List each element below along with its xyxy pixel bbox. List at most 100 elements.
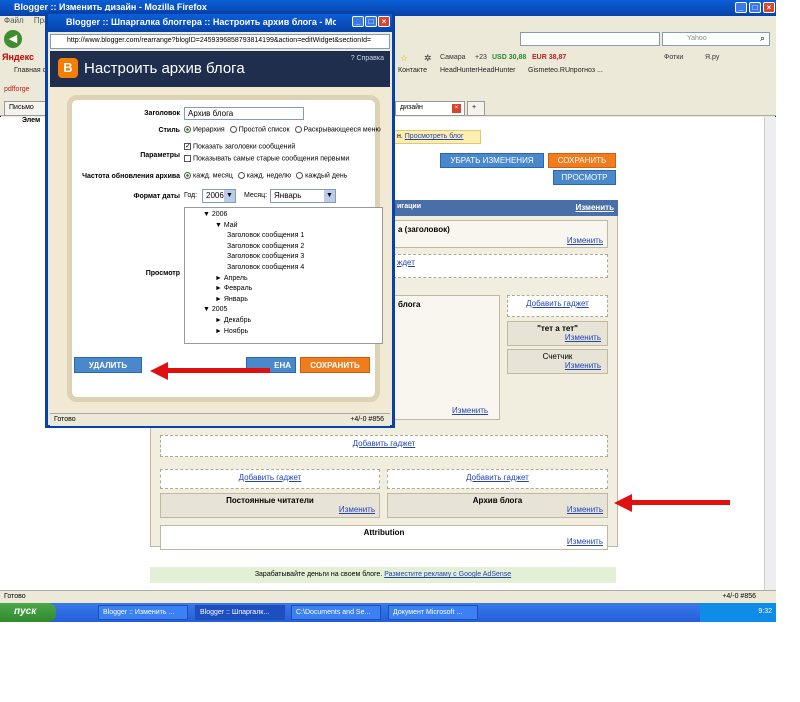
- edit-link[interactable]: Изменить: [161, 505, 379, 514]
- edit-link[interactable]: Изменить: [576, 203, 614, 212]
- radio-dropdown[interactable]: [294, 126, 302, 133]
- start-button[interactable]: пуск: [0, 603, 56, 622]
- preview-button[interactable]: ПРОСМОТР: [553, 170, 616, 185]
- yandex-yaru[interactable]: Я.ру: [705, 54, 719, 61]
- taskbar-item[interactable]: Blogger :: Шпаргалк...: [195, 605, 285, 620]
- style-radio-group: Иерархия Простой список Раскрывающееся м…: [184, 126, 381, 133]
- bookmark-item[interactable]: Главная с: [14, 67, 46, 74]
- counter-gadget: Счетчик Изменить: [507, 349, 608, 374]
- edit-link[interactable]: Изменить: [508, 333, 607, 342]
- red-arrow-right-shaft: [630, 500, 730, 505]
- bookmark-item[interactable]: HeadHunterHeadHunter: [440, 67, 516, 74]
- taskbar-item[interactable]: Документ Microsoft ...: [388, 605, 478, 620]
- back-icon[interactable]: ◀: [4, 30, 22, 48]
- archive-tree-item[interactable]: Заголовок сообщения 4: [185, 263, 382, 274]
- yandex-weather[interactable]: +23: [475, 54, 487, 61]
- archive-tree-item[interactable]: ► Апрель: [185, 274, 382, 285]
- show-titles-checkbox[interactable]: ✓ Показать заголовки сообщений: [184, 143, 295, 150]
- year-select[interactable]: 2006 ▼: [202, 189, 236, 203]
- menu-file[interactable]: Файл: [4, 16, 24, 25]
- help-link[interactable]: ? Справка: [351, 55, 384, 62]
- year-label: Год:: [184, 192, 198, 199]
- radio-monthly[interactable]: [184, 172, 191, 179]
- yandex-fotki[interactable]: Фотки: [664, 54, 683, 61]
- edit-link[interactable]: Изменить: [567, 236, 603, 245]
- archive-tree-item[interactable]: Заголовок сообщения 2: [185, 242, 382, 253]
- pdfforge-logo[interactable]: pdfforge: [4, 86, 30, 93]
- checkbox-checked-icon[interactable]: ✓: [184, 143, 191, 150]
- search-icon[interactable]: ⌕: [760, 33, 765, 44]
- edit-link[interactable]: Изменить: [508, 361, 607, 370]
- yandex-region[interactable]: Самара: [440, 54, 466, 61]
- tab-design-label: дизайн: [400, 104, 423, 111]
- clock[interactable]: 9:32: [758, 608, 772, 615]
- tab-mail[interactable]: Письмо: [4, 101, 48, 116]
- gear-icon[interactable]: ✲: [424, 53, 432, 64]
- archive-tree-item[interactable]: ▼ Май: [185, 221, 382, 232]
- popup-url-bar[interactable]: http://www.blogger.com/rearrange?blogID=…: [50, 34, 390, 49]
- radio-hierarchy[interactable]: [184, 126, 191, 133]
- radio-simple-list[interactable]: [229, 126, 237, 133]
- bookmark-item[interactable]: Gismeteo.RUпрогноз ...: [528, 67, 603, 74]
- url-bar-tail[interactable]: [520, 32, 660, 46]
- adsense-link[interactable]: Разместите рекламу с Google AdSense: [384, 571, 511, 578]
- add-gadget-link[interactable]: ждет: [397, 258, 415, 267]
- archive-tree-item[interactable]: ► Январь: [185, 295, 382, 306]
- add-gadget-slot: Добавить гаджет: [160, 469, 380, 489]
- edit-link[interactable]: Изменить: [388, 505, 607, 514]
- settings-form: Заголовок Архив блога Стиль Иерархия Про…: [67, 95, 383, 402]
- tab-design[interactable]: дизайн ×: [395, 101, 465, 116]
- month-select[interactable]: Январь ▼: [270, 189, 336, 203]
- close-button[interactable]: ×: [763, 2, 775, 13]
- add-gadget-link[interactable]: Добавить гаджет: [466, 473, 529, 482]
- popup-status-bar: Готово +4/-0 #856: [50, 413, 390, 426]
- edit-link[interactable]: Изменить: [161, 537, 607, 546]
- clear-changes-button[interactable]: УБРАТЬ ИЗМЕНЕНИЯ: [440, 153, 544, 168]
- archive-tree-item[interactable]: ► Декабрь: [185, 316, 382, 327]
- add-gadget-link[interactable]: Добавить гаджет: [239, 473, 302, 482]
- search-input[interactable]: Yahoo: [662, 32, 770, 46]
- checkbox-unchecked-icon[interactable]: [184, 155, 191, 162]
- close-button[interactable]: ×: [378, 16, 390, 27]
- frequency-label: Частота обновления архива: [82, 173, 180, 180]
- archive-tree-item[interactable]: ► Ноябрь: [185, 327, 382, 338]
- minimize-button[interactable]: _: [735, 2, 747, 13]
- maximize-button[interactable]: □: [365, 16, 377, 27]
- title-input[interactable]: Архив блога: [184, 107, 304, 120]
- close-tab-icon[interactable]: ×: [452, 104, 461, 113]
- add-gadget-link[interactable]: Добавить гаджет: [353, 439, 416, 448]
- archive-tree-item[interactable]: ▼ 2005: [185, 305, 382, 316]
- taskbar-item[interactable]: Blogger :: Изменить ...: [98, 605, 188, 620]
- view-blog-banner: н. Просмотреть блог: [393, 130, 481, 144]
- new-tab-button[interactable]: +: [467, 101, 485, 116]
- archive-tree-item[interactable]: ► Февраль: [185, 284, 382, 295]
- delete-button[interactable]: УДАЛИТЬ: [74, 357, 142, 373]
- archive-tree-item[interactable]: Заголовок сообщения 1: [185, 231, 382, 242]
- yandex-usd[interactable]: USD 30,88: [492, 54, 526, 61]
- radio-daily[interactable]: [296, 172, 304, 179]
- oldest-first-checkbox[interactable]: Показывать самые старые сообщения первым…: [184, 155, 349, 162]
- archive-preview[interactable]: ▼ 2006 ▼ Май Заголовок сообщения 1 Заголово…: [184, 207, 383, 344]
- popup-title-bar: Blogger :: Шпаргалка блоггера :: Настрои…: [48, 14, 392, 32]
- add-gadget-link[interactable]: Добавить гаджет: [526, 299, 589, 308]
- minimize-button[interactable]: _: [352, 16, 364, 27]
- taskbar-item[interactable]: C:\Documents and Se...: [291, 605, 381, 620]
- red-arrow-left-head: [150, 362, 168, 380]
- radio-weekly[interactable]: [237, 172, 245, 179]
- yandex-logo[interactable]: Яндекс: [2, 52, 34, 62]
- view-blog-link[interactable]: Просмотреть блог: [405, 133, 464, 140]
- edit-link[interactable]: Изменить: [452, 406, 488, 415]
- bookmark-item[interactable]: Контакте: [398, 67, 427, 74]
- popup-header: B Настроить архив блога ? Справка: [50, 51, 390, 87]
- yandex-eur[interactable]: EUR 38,87: [532, 54, 566, 61]
- archive-tree-item[interactable]: Заголовок сообщения 3: [185, 252, 382, 263]
- maximize-button[interactable]: □: [749, 2, 761, 13]
- star-icon[interactable]: ☆: [400, 53, 408, 64]
- add-gadget-slot: Добавить гаджет: [507, 295, 608, 317]
- save-button[interactable]: СОХРАНИТЬ: [548, 153, 616, 168]
- scrollbar[interactable]: [764, 117, 776, 590]
- archive-tree-item[interactable]: ▼ 2006: [185, 210, 382, 221]
- save-settings-button[interactable]: СОХРАНИТЬ: [300, 357, 370, 373]
- page-title: Настроить архив блога: [84, 60, 245, 77]
- add-gadget-slot: Добавить гаджет: [160, 435, 608, 457]
